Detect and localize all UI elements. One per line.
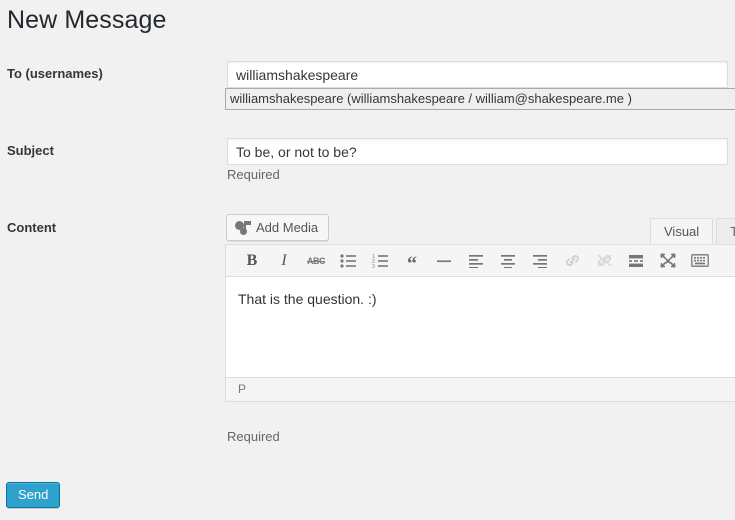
new-message-screen: New Message To (usernames) williamshakes…	[0, 0, 735, 520]
insert-link-icon[interactable]	[556, 247, 588, 275]
page-title: New Message	[7, 6, 167, 34]
toolbar-toggle-icon[interactable]	[684, 247, 716, 275]
subject-field-label: Subject	[7, 143, 54, 158]
svg-text:3: 3	[372, 264, 375, 268]
bold-icon[interactable]: B	[236, 247, 268, 275]
add-media-label: Add Media	[256, 220, 319, 235]
blockquote-icon[interactable]: “	[396, 247, 428, 275]
strikethrough-icon[interactable]: ABC	[300, 247, 332, 275]
content-required-note: Required	[227, 429, 280, 444]
remove-link-icon[interactable]	[588, 247, 620, 275]
tab-visual[interactable]: Visual	[650, 218, 714, 244]
ordered-list-icon[interactable]: 1 2 3	[364, 247, 396, 275]
italic-icon[interactable]: I	[268, 247, 300, 275]
to-usernames-input[interactable]	[227, 61, 728, 88]
to-field-label: To (usernames)	[7, 66, 103, 81]
editor-paragraph: That is the question. :)	[238, 291, 377, 307]
align-right-icon[interactable]	[524, 247, 556, 275]
subject-input[interactable]	[227, 138, 728, 165]
to-autocomplete-suggestion[interactable]: williamshakespeare (williamshakespeare /…	[225, 88, 735, 110]
align-center-icon[interactable]	[492, 247, 524, 275]
add-media-button[interactable]: Add Media	[226, 214, 330, 241]
tab-text[interactable]: Text	[716, 218, 735, 244]
horizontal-rule-icon[interactable]	[428, 247, 460, 275]
fullscreen-icon[interactable]	[652, 247, 684, 275]
content-editor: B I ABC 1 2 3 “ That is the question.:)…	[225, 244, 735, 402]
align-left-icon[interactable]	[460, 247, 492, 275]
editor-mode-tabs: Visual Text	[650, 218, 735, 244]
content-field-label: Content	[7, 220, 57, 235]
editor-content-area[interactable]: That is the question. :)	[226, 277, 735, 377]
editor-statusbar: P	[226, 377, 735, 401]
send-button[interactable]: Send	[6, 482, 61, 508]
unordered-list-icon[interactable]	[332, 247, 364, 275]
media-camera-icon	[235, 220, 251, 236]
read-more-icon[interactable]	[620, 247, 652, 275]
subject-required-note: Required	[227, 167, 280, 182]
editor-toolbar: B I ABC 1 2 3 “	[226, 245, 735, 277]
element-path[interactable]: P	[238, 382, 246, 396]
